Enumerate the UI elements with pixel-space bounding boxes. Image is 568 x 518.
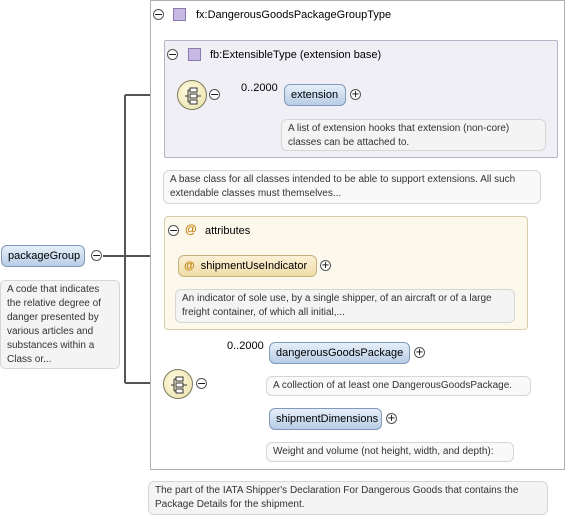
sequence-compositor-icon[interactable] — [177, 80, 207, 110]
attributes-title: attributes — [205, 225, 251, 237]
element-shipmentDimensions[interactable]: shipmentDimensions — [269, 408, 382, 430]
extension-base-documentation: A base class for all classes intended to… — [163, 170, 541, 204]
extension-documentation: A list of extension hooks that extension… — [281, 119, 546, 151]
sequence-collapse-icon[interactable]: − — [209, 89, 220, 100]
element-dangerousGoodsPackage[interactable]: dangerousGoodsPackage — [269, 342, 410, 364]
element-dangerousGoodsPackage-label: dangerousGoodsPackage — [276, 347, 404, 359]
sequence-multiplicity: 0..2000 — [227, 340, 264, 352]
shipmentDimensions-doc-text: Weight and volume (not height, width, an… — [273, 446, 494, 457]
root-doc-text: A code that indicates the relative degre… — [7, 284, 101, 365]
extension-doc-text: A list of extension hooks that extension… — [288, 123, 510, 148]
extension-base-collapse-icon[interactable]: − — [167, 49, 178, 60]
attribute-expand-icon[interactable]: + — [320, 260, 331, 271]
element-extension[interactable]: extension — [284, 84, 346, 106]
attribute-at-icon: @ — [185, 222, 197, 236]
dangerousGoodsPackage-expand-icon[interactable]: + — [414, 347, 425, 358]
extension-expand-icon[interactable]: + — [350, 89, 361, 100]
root-collapse-icon[interactable]: − — [91, 250, 102, 261]
sequence-collapse-icon[interactable]: − — [196, 378, 207, 389]
attribute-shipmentUseIndicator[interactable]: @ shipmentUseIndicator — [178, 255, 317, 277]
type-title: fx:DangerousGoodsPackageGroupType — [196, 9, 392, 21]
extension-type-icon — [188, 48, 201, 61]
attribute-doc-text: An indicator of sole use, by a single sh… — [182, 293, 492, 318]
shipmentDimensions-expand-icon[interactable]: + — [386, 413, 397, 424]
type-collapse-icon[interactable]: − — [153, 9, 164, 20]
attribute-label: shipmentUseIndicator — [200, 260, 308, 272]
dangerousGoodsPackage-documentation: A collection of at least one DangerousGo… — [266, 376, 531, 396]
sequence-glyph — [185, 87, 201, 105]
root-documentation: A code that indicates the relative degre… — [0, 280, 120, 369]
element-extension-label: extension — [291, 89, 339, 101]
type-documentation: The part of the IATA Shipper's Declarati… — [148, 481, 548, 515]
extension-multiplicity: 0..2000 — [241, 82, 278, 94]
complex-type-icon — [173, 8, 186, 21]
dangerousGoodsPackage-doc-text: A collection of at least one DangerousGo… — [273, 380, 513, 391]
root-element-label: packageGroup — [8, 250, 81, 262]
shipmentDimensions-documentation: Weight and volume (not height, width, an… — [266, 442, 514, 462]
attribute-documentation: An indicator of sole use, by a single sh… — [175, 289, 515, 323]
attribute-at-icon: @ — [184, 260, 195, 272]
extension-base-title: fb:ExtensibleType (extension base) — [210, 49, 382, 61]
type-doc-text: The part of the IATA Shipper's Declarati… — [155, 485, 519, 510]
attributes-collapse-icon[interactable]: − — [168, 225, 179, 236]
root-element-packageGroup[interactable]: packageGroup — [1, 245, 85, 267]
sequence-glyph — [171, 376, 187, 394]
element-shipmentDimensions-label: shipmentDimensions — [276, 413, 379, 425]
sequence-compositor-icon[interactable] — [163, 369, 193, 399]
extension-base-doc-text: A base class for all classes intended to… — [170, 174, 516, 199]
